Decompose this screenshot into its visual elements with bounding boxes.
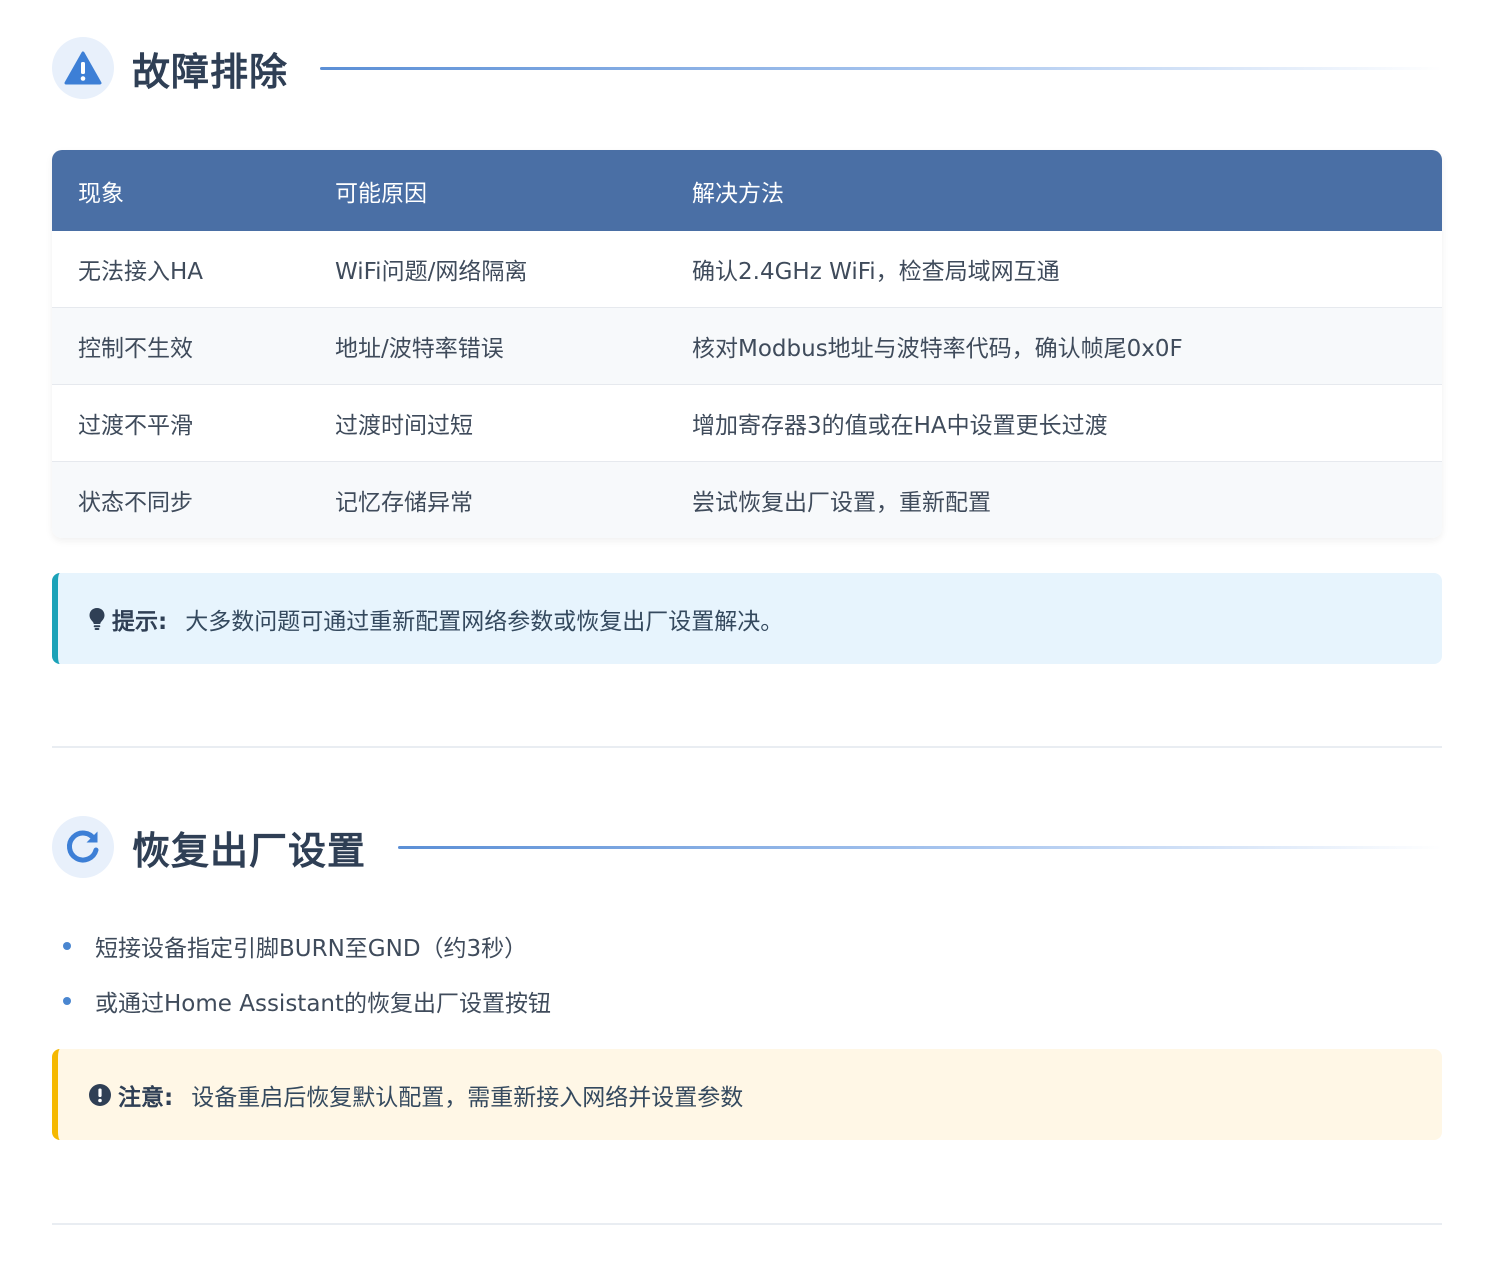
table-row: 过渡不平滑 过渡时间过短 增加寄存器3的值或在HA中设置更长过渡 (52, 385, 1442, 462)
section-title: 故障排除 (132, 49, 289, 94)
bullet-icon (63, 996, 71, 1005)
exclamation-circle-icon (88, 1083, 112, 1107)
warning-triangle-icon (52, 37, 114, 99)
step-text: 短接设备指定引脚BURN至GND（约3秒） (95, 935, 528, 962)
lightbulb-icon (88, 607, 106, 631)
refresh-icon (52, 816, 114, 878)
solution-cell: 确认2.4GHz WiFi，检查局域网互通 (692, 259, 1060, 285)
section-divider (52, 746, 1442, 748)
section-divider (52, 1223, 1442, 1225)
title-underline (398, 845, 1442, 849)
symptom-cell: 控制不生效 (78, 336, 193, 362)
symptom-cell: 过渡不平滑 (78, 413, 193, 439)
column-header-solution: 解决方法 (692, 180, 784, 207)
page: 故障排除 现象 可能原因 解决方法 无法接入HA WiFi问题/网络隔离 确认2… (0, 0, 1500, 1263)
solution-cell: 增加寄存器3的值或在HA中设置更长过渡 (692, 413, 1108, 439)
troubleshooting-table: 现象 可能原因 解决方法 无法接入HA WiFi问题/网络隔离 确认2.4GHz… (52, 150, 1442, 538)
solution-cell: 核对Modbus地址与波特率代码，确认帧尾0x0F (692, 336, 1183, 362)
cause-cell: 过渡时间过短 (335, 413, 473, 439)
cause-cell: 记忆存储异常 (335, 490, 473, 516)
symptom-cell: 无法接入HA (78, 259, 204, 285)
list-item: 短接设备指定引脚BURN至GND（约3秒） (52, 918, 1442, 973)
warning-label: 注意: (118, 1084, 174, 1111)
step-text: 或通过Home Assistant的恢复出厂设置按钮 (95, 990, 552, 1017)
warning-text: 设备重启后恢复默认配置，需重新接入网络并设置参数 (191, 1084, 744, 1111)
table-row: 控制不生效 地址/波特率错误 核对Modbus地址与波特率代码，确认帧尾0x0F (52, 308, 1442, 385)
solution-cell: 尝试恢复出厂设置，重新配置 (692, 490, 991, 516)
warning-callout: 注意: 设备重启后恢复默认配置，需重新接入网络并设置参数 (52, 1049, 1442, 1140)
tip-text: 大多数问题可通过重新配置网络参数或恢复出厂设置解决。 (185, 608, 784, 635)
troubleshooting-header: 故障排除 (52, 37, 1442, 99)
bullet-icon (63, 941, 71, 950)
tip-callout: 提示: 大多数问题可通过重新配置网络参数或恢复出厂设置解决。 (52, 573, 1442, 664)
table-row: 状态不同步 记忆存储异常 尝试恢复出厂设置，重新配置 (52, 462, 1442, 538)
table-row: 无法接入HA WiFi问题/网络隔离 确认2.4GHz WiFi，检查局域网互通 (52, 231, 1442, 308)
cause-cell: WiFi问题/网络隔离 (335, 259, 528, 285)
factory-reset-header: 恢复出厂设置 (52, 816, 1442, 878)
list-item: 或通过Home Assistant的恢复出厂设置按钮 (52, 973, 1442, 1028)
column-header-symptom: 现象 (78, 180, 124, 207)
cause-cell: 地址/波特率错误 (335, 336, 504, 362)
title-underline (320, 66, 1442, 70)
table-header-row: 现象 可能原因 解决方法 (52, 150, 1442, 231)
section-title: 恢复出厂设置 (132, 828, 367, 873)
reset-steps-list: 短接设备指定引脚BURN至GND（约3秒） 或通过Home Assistant的… (52, 918, 1442, 1028)
symptom-cell: 状态不同步 (78, 490, 193, 516)
column-header-cause: 可能原因 (335, 180, 427, 207)
tip-label: 提示: (112, 608, 168, 635)
